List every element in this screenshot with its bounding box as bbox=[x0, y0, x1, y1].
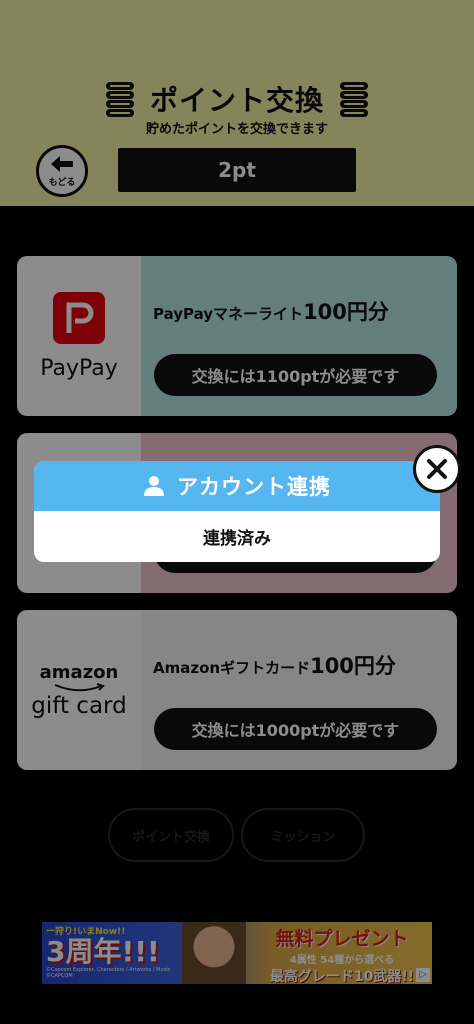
close-button[interactable] bbox=[413, 445, 461, 493]
person-icon bbox=[144, 476, 164, 496]
close-icon bbox=[427, 459, 447, 479]
account-link-modal: アカウント連携 連携済み bbox=[34, 461, 440, 562]
link-status: 連携済み bbox=[203, 529, 271, 549]
modal-body: 連携済み bbox=[34, 511, 440, 562]
modal-title: アカウント連携 bbox=[177, 475, 331, 499]
modal-header: アカウント連携 bbox=[34, 461, 440, 511]
